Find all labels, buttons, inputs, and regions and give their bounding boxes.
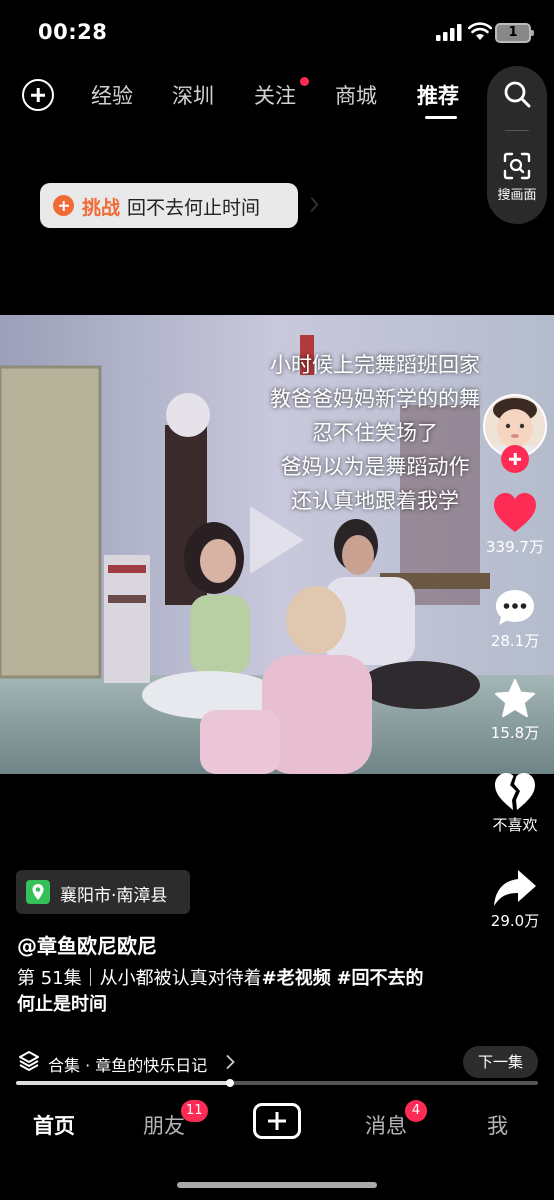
- tab-home[interactable]: 首页: [33, 1110, 75, 1140]
- dislike-button[interactable]: 不喜欢: [480, 772, 550, 835]
- scan-image-label[interactable]: 搜画面: [487, 184, 547, 203]
- divider: [505, 130, 529, 131]
- follow-author-button[interactable]: [501, 445, 529, 473]
- signal-icon: [436, 24, 462, 41]
- chevron-right-icon: [226, 1055, 235, 1069]
- tab-mall[interactable]: 商城: [335, 80, 377, 110]
- progress-knob[interactable]: [226, 1079, 235, 1087]
- star-icon: [495, 679, 535, 718]
- messages-badge: 4: [405, 1100, 427, 1122]
- tab-messages[interactable]: 消息: [365, 1110, 407, 1140]
- tab-following[interactable]: 关注: [254, 80, 296, 110]
- description-text: 第 51集｜从小都被认真对待着: [17, 968, 262, 989]
- add-content-icon[interactable]: [22, 79, 54, 111]
- caption-line: 小时候上完舞蹈班回家: [270, 353, 480, 377]
- challenge-pill[interactable]: 挑战 回不去何止时间: [40, 183, 319, 228]
- create-button[interactable]: [253, 1103, 301, 1139]
- scan-image-icon[interactable]: [503, 152, 531, 180]
- active-tab-indicator: [425, 116, 457, 119]
- like-button[interactable]: 339.7万: [480, 492, 550, 557]
- location-pin-icon: [26, 880, 50, 904]
- progress-fill: [16, 1081, 231, 1085]
- challenge-tag: 挑战: [82, 197, 121, 219]
- favorite-count: 15.8万: [490, 724, 540, 742]
- comment-icon: [496, 590, 534, 625]
- caption-line: 忍不住笑场了: [312, 421, 438, 445]
- share-icon: [494, 870, 536, 906]
- tab-recommended[interactable]: 推荐: [417, 80, 459, 110]
- status-bar: 00:28 1: [0, 0, 554, 64]
- tab-friends[interactable]: 朋友: [143, 1110, 185, 1140]
- like-count: 339.7万: [486, 538, 544, 556]
- following-notification-dot: [300, 77, 309, 86]
- play-icon[interactable]: [240, 500, 310, 580]
- hashtag-link[interactable]: #老视频: [262, 968, 331, 989]
- video-progress-bar[interactable]: [16, 1079, 538, 1087]
- battery-level: 1: [508, 25, 518, 40]
- home-indicator: [177, 1182, 377, 1188]
- comment-button[interactable]: 28.1万: [480, 588, 550, 651]
- wifi-icon: [468, 22, 492, 40]
- chevron-right-icon: [310, 197, 319, 212]
- favorite-button[interactable]: 15.8万: [480, 678, 550, 743]
- collection-bar[interactable]: 合集 · 章鱼的快乐日记 下一集: [0, 1040, 554, 1084]
- comment-count: 28.1万: [490, 632, 540, 650]
- search-icon[interactable]: [503, 80, 531, 108]
- top-nav: 经验 深圳 关注 商城 推荐: [0, 66, 554, 126]
- location-chip[interactable]: 襄阳市·南漳县: [16, 870, 190, 914]
- location-text: 襄阳市·南漳县: [60, 886, 168, 906]
- collection-title: 合集 · 章鱼的快乐日记: [48, 1056, 208, 1075]
- caption-line: 爸妈以为是舞蹈动作: [280, 455, 470, 479]
- author-name[interactable]: @章鱼欧尼欧尼: [17, 930, 157, 959]
- battery-icon: 1: [495, 23, 534, 43]
- friends-badge: 11: [181, 1100, 208, 1122]
- broken-heart-icon: [495, 773, 535, 810]
- share-count: 29.0万: [490, 912, 540, 930]
- next-episode-button[interactable]: 下一集: [463, 1046, 538, 1078]
- video-caption: 小时候上完舞蹈班回家 教爸爸妈妈新学的的舞 忍不住笑场了 爸妈以为是舞蹈动作 还…: [270, 348, 480, 518]
- share-button[interactable]: 29.0万: [480, 868, 550, 931]
- tab-me[interactable]: 我: [487, 1110, 508, 1140]
- challenge-plus-icon: [53, 195, 74, 216]
- caption-line: 教爸爸妈妈新学的的舞: [270, 387, 480, 411]
- status-time: 00:28: [38, 20, 108, 44]
- tab-shenzhen[interactable]: 深圳: [172, 80, 214, 110]
- layers-icon: [19, 1051, 39, 1071]
- video-description: 第 51集｜从小都被认真对待着#老视频 #回不去的何止是时间: [17, 966, 437, 1018]
- challenge-title: 回不去何止时间: [127, 197, 261, 219]
- search-panel: 搜画面: [487, 66, 547, 224]
- heart-icon: [494, 493, 536, 532]
- dislike-label: 不喜欢: [492, 816, 538, 834]
- tab-experience[interactable]: 经验: [91, 80, 133, 110]
